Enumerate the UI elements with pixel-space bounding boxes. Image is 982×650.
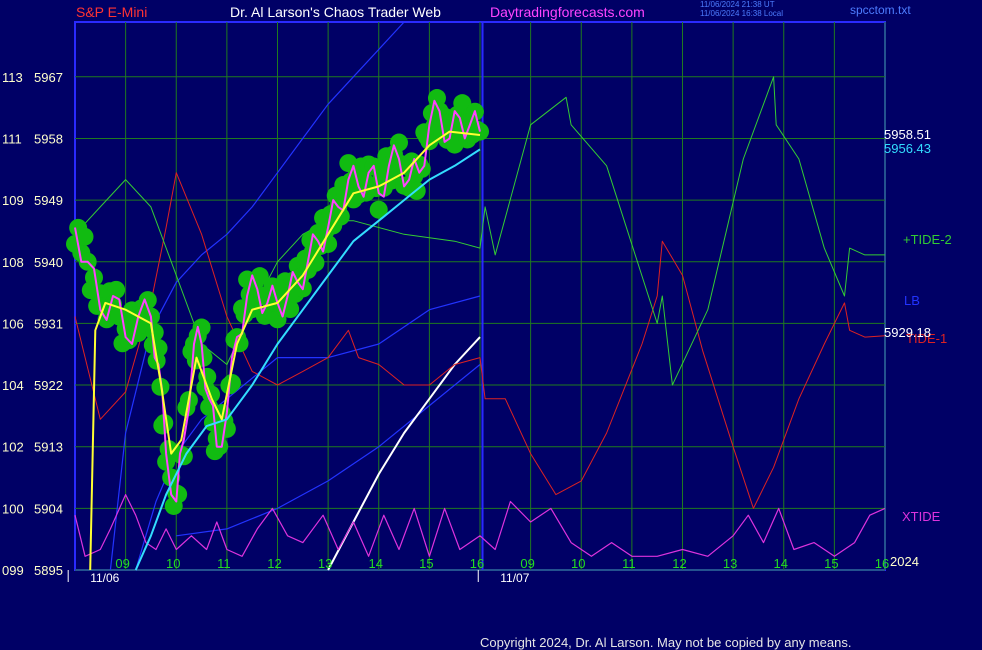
timestamp-local: 11/06/2024 16:38 Local: [700, 9, 784, 18]
x-tick-hour: 11: [217, 556, 231, 571]
y-tick-price: 5967: [34, 70, 63, 85]
price-glow-dot: [222, 373, 241, 392]
data-file-name: spcctom.txt: [850, 3, 911, 17]
y-tick-price: 5895: [34, 563, 63, 578]
x-tick-hour: 13: [318, 556, 332, 571]
y-tick-price: 5949: [34, 193, 63, 208]
x-tick-hour: 16: [875, 556, 889, 571]
site-link[interactable]: Daytradingforecasts.com: [490, 4, 645, 20]
xtide-label: XTIDE: [902, 509, 941, 524]
timestamp-utc: 11/06/2024 21:38 UT: [700, 0, 775, 9]
y-tick-price: 5931: [34, 316, 63, 331]
y-tick-price: 5904: [34, 501, 63, 516]
year-label: 2024: [890, 554, 919, 569]
lb-lower-line: [135, 295, 481, 571]
y-tick-price: 5940: [34, 255, 63, 270]
x-tick-hour: 09: [520, 556, 534, 571]
price-label-slow: 5956.43: [884, 141, 931, 156]
x-tick-hour: 10: [166, 556, 180, 571]
y-tick-index: 108: [2, 255, 24, 270]
x-tick-hour: 13: [723, 556, 737, 571]
x-tick-hour: 12: [672, 556, 686, 571]
x-tick-hour: 14: [369, 556, 383, 571]
price-glow-dot: [145, 323, 164, 342]
x-tick-hour: 12: [267, 556, 281, 571]
price-label-tide: 5929.18: [884, 325, 931, 340]
y-tick-index: 113: [2, 70, 23, 85]
series-layer: [66, 21, 886, 571]
x-tick-hour: 10: [571, 556, 585, 571]
y-tick-price: 5922: [34, 378, 63, 393]
y-tick-index: 111: [2, 131, 22, 146]
day-label: 11/06: [90, 571, 119, 585]
y-tick-index: 109: [2, 193, 24, 208]
x-tick-hour: 15: [419, 556, 433, 571]
y-tick-index: 106: [2, 316, 24, 331]
x-tick-hour: 16: [470, 556, 484, 571]
y-tick-price: 5913: [34, 440, 63, 455]
x-tick-hour: 15: [824, 556, 838, 571]
y-tick-index: 104: [2, 378, 24, 393]
x-tick-hour: 14: [774, 556, 788, 571]
copyright-notice: Copyright 2024, Dr. Al Larson. May not b…: [480, 635, 852, 650]
price-label-fast: 5958.51: [884, 127, 931, 142]
lb-label: LB: [904, 293, 920, 308]
y-tick-index: 100: [2, 501, 24, 516]
x-tick-hour: 09: [115, 556, 129, 571]
plus-tide-label: +TIDE-2: [903, 232, 952, 247]
x-tick-hour: 11: [622, 556, 636, 571]
y-tick-index: 099: [2, 563, 24, 578]
author-title: Dr. Al Larson's Chaos Trader Web: [230, 4, 441, 20]
chaos-chart: 099 5895 100 5904 102 5913 104 5922 106 5931 108 59…: [2, 21, 952, 585]
y-tick-price: 5958: [34, 131, 63, 146]
price-glow-dot: [107, 280, 126, 299]
y-tick-index: 102: [2, 440, 24, 455]
symbol-title: S&P E-Mini: [76, 4, 148, 20]
price-glow-dot: [217, 419, 236, 438]
day-label: 11/07: [500, 571, 529, 585]
